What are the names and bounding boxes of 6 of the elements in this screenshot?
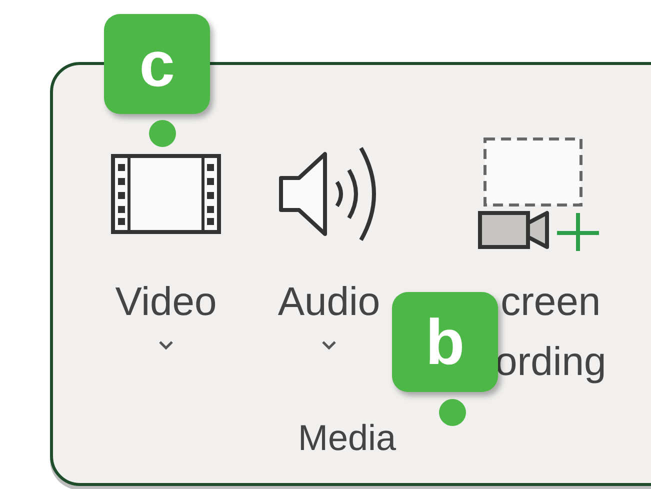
callout-badge: c	[104, 14, 210, 114]
film-strip-icon	[111, 154, 221, 234]
callout-badge: b	[392, 292, 498, 392]
video-button[interactable]: Video	[108, 138, 224, 350]
audio-button[interactable]: Audio	[268, 138, 390, 350]
group-label: Media	[298, 418, 398, 458]
